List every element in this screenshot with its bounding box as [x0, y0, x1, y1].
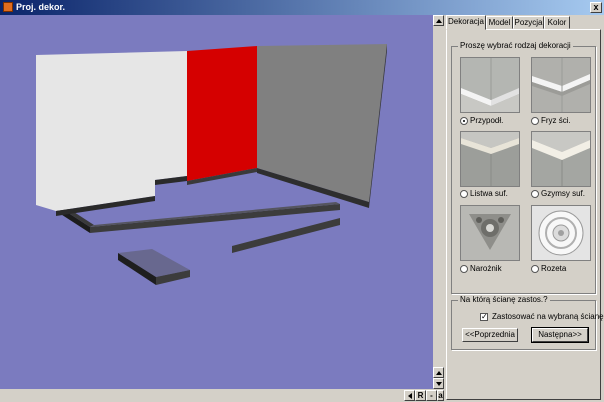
apply-selected-wall-checkbox[interactable]: ✓ — [480, 313, 488, 321]
skirting-image — [461, 58, 519, 112]
scroll-up-button[interactable] — [433, 15, 444, 26]
thumb-corner[interactable] — [460, 205, 520, 261]
thumb-rosette[interactable] — [531, 205, 591, 261]
tab-model[interactable]: Model — [486, 16, 513, 29]
next-button[interactable]: Następna>> — [531, 327, 589, 343]
close-button[interactable]: x — [590, 2, 602, 13]
zoom-out-button[interactable]: - — [426, 390, 437, 401]
thumb-ceiling-strip[interactable] — [460, 131, 520, 187]
radio-frieze-label: Fryz ści. — [541, 116, 571, 125]
vertical-scrollbar[interactable] — [433, 15, 444, 389]
decoration-type-group: Proszę wybrać rodzaj dekoracji Przypodł. — [451, 41, 596, 294]
thumb-cornice[interactable] — [531, 131, 591, 187]
rosette-image — [532, 206, 590, 260]
floor-wall-segment[interactable] — [232, 218, 340, 253]
tab-dekoracja[interactable]: Dekoracja — [446, 15, 486, 30]
wall-group-legend: Na którą ścianę zastos.? — [458, 295, 550, 304]
decoration-group-legend: Proszę wybrać rodzaj dekoracji — [458, 41, 573, 50]
radio-cornice[interactable] — [531, 190, 539, 198]
radio-rosette[interactable] — [531, 265, 539, 273]
radio-skirting[interactable] — [460, 117, 468, 125]
floor-wall-segment[interactable] — [90, 202, 340, 227]
selected-wall[interactable] — [187, 46, 257, 181]
radio-corner-label: Narożnik — [470, 264, 502, 273]
window-title: Proj. dekor. — [16, 2, 66, 12]
arrow-left-icon — [408, 393, 412, 399]
app-icon — [3, 2, 13, 12]
tab-kolor[interactable]: Kolor — [544, 16, 570, 29]
thumb-skirting[interactable] — [460, 57, 520, 113]
radio-rosette-label: Rozeta — [541, 264, 567, 273]
corner-ornament-image — [461, 206, 519, 260]
previous-button[interactable]: <<Poprzednia — [462, 328, 518, 342]
auto-view-button[interactable]: a — [437, 390, 444, 401]
reset-view-button[interactable]: R — [415, 390, 426, 401]
room-3d-view[interactable] — [0, 15, 433, 389]
3d-viewport[interactable] — [0, 15, 433, 389]
tab-content: Proszę wybrać rodzaj dekoracji Przypodł. — [446, 29, 604, 400]
radio-frieze[interactable] — [531, 117, 539, 125]
view-left-button[interactable] — [404, 390, 415, 401]
frieze-image — [532, 58, 590, 112]
plus-arrow-icon — [436, 371, 442, 375]
radio-skirting-label: Przypodł. — [470, 116, 504, 125]
scroll-down-button[interactable] — [433, 378, 444, 389]
textured-wall[interactable] — [36, 51, 187, 211]
thumb-frieze[interactable] — [531, 57, 591, 113]
decoration-panel: Dekoracja Model Pozycja Kolor Proszę wyb… — [444, 15, 604, 402]
radio-cornice-label: Gzymsy suf. — [541, 189, 586, 198]
ceiling-strip-image — [461, 132, 519, 186]
apply-selected-wall-label: Zastosować na wybraną ścianę — [492, 312, 604, 321]
title-bar: Proj. dekor. x — [0, 0, 604, 15]
zoom-in-button[interactable] — [433, 367, 444, 378]
wall-apply-group: Na którą ścianę zastos.? ✓ Zastosować na… — [451, 295, 604, 350]
arrow-up-icon — [436, 19, 442, 23]
radio-corner[interactable] — [460, 265, 468, 273]
cornice-image — [532, 132, 590, 186]
radio-ceiling-strip[interactable] — [460, 190, 468, 198]
tab-pozycja[interactable]: Pozycja — [513, 16, 544, 29]
view-controls-bar: R - a — [0, 389, 444, 402]
radio-ceiling-strip-label: Listwa suf. — [470, 189, 508, 198]
arrow-down-icon — [436, 382, 442, 386]
